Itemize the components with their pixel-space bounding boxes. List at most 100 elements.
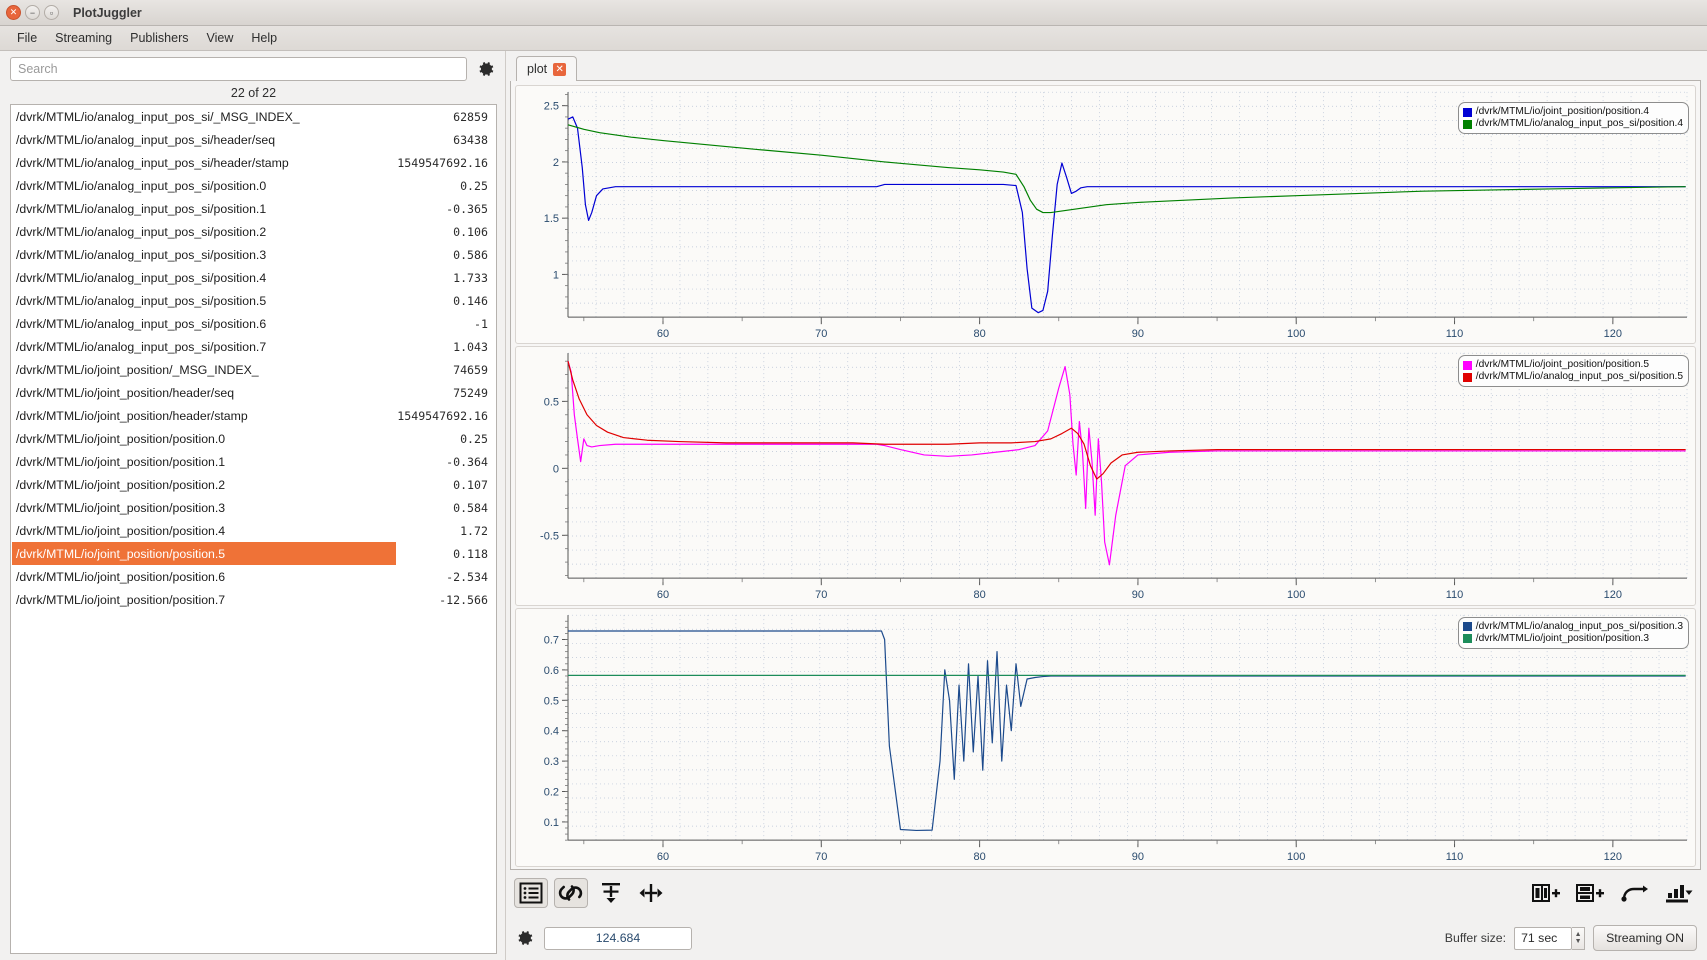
svg-text:2.5: 2.5 [544, 101, 559, 113]
list-item-value: -0.364 [446, 454, 488, 469]
plot-toolbar [510, 870, 1701, 916]
list-item[interactable]: /dvrk/MTML/io/joint_position/position.1 -… [11, 450, 496, 473]
link-axes-button[interactable] [554, 878, 588, 908]
legend-entry[interactable]: /dvrk/MTML/io/joint_position/position.5 [1462, 359, 1683, 371]
menu-publishers[interactable]: Publishers [121, 29, 197, 47]
status-bar: 124.684 Buffer size: 71 sec ▲ ▼ Streaming… [510, 916, 1701, 960]
list-item-name: /dvrk/MTML/io/analog_input_pos_si/positi… [16, 293, 267, 308]
list-view-button[interactable] [514, 878, 548, 908]
split-vertical-button[interactable] [1527, 878, 1565, 908]
horizontal-fit-button[interactable] [634, 878, 668, 908]
search-input[interactable] [10, 57, 467, 81]
legend-color-swatch [1462, 107, 1472, 117]
maximize-icon[interactable]: ▫ [44, 5, 59, 20]
svg-text:0.2: 0.2 [544, 786, 559, 798]
list-item[interactable]: /dvrk/MTML/io/analog_input_pos_si/positi… [11, 220, 496, 243]
gear-icon[interactable] [514, 927, 536, 949]
menu-file[interactable]: File [8, 29, 46, 47]
time-display[interactable]: 124.684 [544, 926, 692, 950]
list-item-name: /dvrk/MTML/io/analog_input_pos_si/positi… [16, 201, 267, 216]
list-item[interactable]: /dvrk/MTML/io/analog_input_pos_si/positi… [11, 312, 496, 335]
list-item[interactable]: /dvrk/MTML/io/analog_input_pos_si/header… [11, 151, 496, 174]
list-item[interactable]: /dvrk/MTML/io/joint_position/position.4 1… [11, 519, 496, 542]
plot-2-legend[interactable]: /dvrk/MTML/io/joint_position/position.5/… [1457, 355, 1689, 388]
svg-text:0.3: 0.3 [544, 756, 559, 768]
list-item-name: /dvrk/MTML/io/joint_position/position.1 [16, 454, 226, 469]
main-area: 22 of 22 /dvrk/MTML/io/analog_input_pos_… [0, 51, 1707, 960]
list-item-value: 0.25 [460, 431, 488, 446]
svg-text:110: 110 [1446, 589, 1464, 601]
list-item-value: 74659 [453, 362, 488, 377]
plot-1[interactable]: 1 1.5 2 2.5 60 70 80 90 100 110 120 /dvrk/MTML/io/… [515, 85, 1696, 345]
list-item[interactable]: /dvrk/MTML/io/analog_input_pos_si/positi… [11, 335, 496, 358]
svg-text:90: 90 [1132, 589, 1144, 601]
close-icon[interactable]: ✕ [6, 5, 21, 20]
list-item[interactable]: /dvrk/MTML/io/analog_input_pos_si/positi… [11, 243, 496, 266]
svg-text:1: 1 [553, 269, 559, 281]
list-item-value: -2.534 [446, 569, 488, 584]
svg-text:60: 60 [657, 328, 669, 340]
buffer-size-spinner[interactable]: ▲ ▼ [1572, 926, 1586, 950]
list-item[interactable]: /dvrk/MTML/io/joint_position/header/stam… [11, 404, 496, 427]
curve-list[interactable]: /dvrk/MTML/io/analog_input_pos_si/_MSG_I… [10, 104, 497, 954]
list-item[interactable]: /dvrk/MTML/io/joint_position/position.6 -… [11, 565, 496, 588]
tab-plot[interactable]: plot ✕ [516, 56, 578, 81]
svg-text:-0.5: -0.5 [540, 531, 559, 543]
list-item[interactable]: /dvrk/MTML/io/analog_input_pos_si/_MSG_I… [11, 105, 496, 128]
menu-streaming[interactable]: Streaming [46, 29, 121, 47]
list-item-name: /dvrk/MTML/io/joint_position/position.0 [16, 431, 226, 446]
legend-color-swatch [1462, 360, 1472, 370]
menubar: File Streaming Publishers View Help [0, 26, 1707, 51]
list-item-value: 0.146 [453, 293, 488, 308]
legend-color-swatch [1462, 119, 1472, 129]
menu-view[interactable]: View [198, 29, 243, 47]
streaming-toggle-button[interactable]: Streaming ON [1593, 925, 1697, 951]
svg-text:60: 60 [657, 589, 669, 601]
list-item[interactable]: /dvrk/MTML/io/joint_position/header/seq 7… [11, 381, 496, 404]
split-horizontal-button[interactable] [1571, 878, 1609, 908]
list-item[interactable]: /dvrk/MTML/io/analog_input_pos_si/positi… [11, 174, 496, 197]
legend-label: /dvrk/MTML/io/joint_position/position.4 [1475, 106, 1650, 117]
svg-text:120: 120 [1604, 851, 1622, 863]
legend-entry[interactable]: /dvrk/MTML/io/analog_input_pos_si/positi… [1462, 118, 1683, 130]
svg-text:60: 60 [657, 851, 669, 863]
list-item[interactable]: /dvrk/MTML/io/joint_position/position.7 -… [11, 588, 496, 611]
plot-2[interactable]: -0.5 0 0.5 60 70 80 90 100 110 120 /dvrk/MTML/io/… [515, 346, 1696, 606]
list-item[interactable]: /dvrk/MTML/io/joint_position/position.2 0… [11, 473, 496, 496]
legend-entry[interactable]: /dvrk/MTML/io/joint_position/position.3 [1462, 633, 1683, 645]
buffer-size-value[interactable]: 71 sec [1514, 926, 1573, 950]
list-item-value: 63438 [453, 132, 488, 147]
plot-1-legend[interactable]: /dvrk/MTML/io/joint_position/position.4/… [1457, 102, 1689, 134]
legend-entry[interactable]: /dvrk/MTML/io/analog_input_pos_si/positi… [1462, 620, 1683, 633]
legend-entry[interactable]: /dvrk/MTML/io/joint_position/position.4 [1462, 106, 1683, 118]
export-button[interactable] [1659, 878, 1697, 908]
list-item[interactable]: /dvrk/MTML/io/analog_input_pos_si/positi… [11, 197, 496, 220]
vertical-fit-button[interactable] [594, 878, 628, 908]
list-item[interactable]: /dvrk/MTML/io/analog_input_pos_si/header… [11, 128, 496, 151]
list-item[interactable]: /dvrk/MTML/io/analog_input_pos_si/positi… [11, 266, 496, 289]
menu-help[interactable]: Help [242, 29, 286, 47]
minimize-icon[interactable]: − [25, 5, 40, 20]
legend-label: /dvrk/MTML/io/joint_position/position.5 [1475, 359, 1650, 371]
list-item-value: 0.25 [460, 178, 488, 193]
list-item[interactable]: /dvrk/MTML/io/analog_input_pos_si/positi… [11, 289, 496, 312]
list-item[interactable]: /dvrk/MTML/io/joint_position/position.3 0… [11, 496, 496, 519]
window-titlebar: ✕ − ▫ PlotJuggler [0, 0, 1707, 26]
plot-3[interactable]: 0.1 0.2 0.3 0.4 0.5 0.6 0.7 60 70 80 90 100 110 120 /… [515, 607, 1696, 867]
svg-text:0.1: 0.1 [544, 817, 559, 829]
gear-icon[interactable] [475, 58, 497, 80]
svg-text:70: 70 [815, 851, 827, 863]
plot-3-legend[interactable]: /dvrk/MTML/io/analog_input_pos_si/positi… [1457, 616, 1689, 649]
buffer-size-stepper[interactable]: 71 sec ▲ ▼ [1514, 926, 1586, 950]
legend-label: /dvrk/MTML/io/analog_input_pos_si/positi… [1475, 620, 1683, 632]
legend-entry[interactable]: /dvrk/MTML/io/analog_input_pos_si/positi… [1462, 371, 1683, 383]
list-item[interactable]: /dvrk/MTML/io/joint_position/position.5 0… [11, 542, 496, 565]
tab-bar-filler [577, 56, 1701, 81]
list-item[interactable]: /dvrk/MTML/io/joint_position/_MSG_INDEX_… [11, 358, 496, 381]
list-item[interactable]: /dvrk/MTML/io/joint_position/position.0 0… [11, 427, 496, 450]
close-icon[interactable]: ✕ [553, 62, 567, 76]
svg-text:80: 80 [973, 851, 985, 863]
buffer-size-label: Buffer size: [1444, 931, 1507, 945]
plot-container: 1 1.5 2 2.5 60 70 80 90 100 110 120 /dvrk/MTML/io/… [510, 81, 1701, 870]
undo-arrow-icon[interactable] [1615, 878, 1653, 908]
